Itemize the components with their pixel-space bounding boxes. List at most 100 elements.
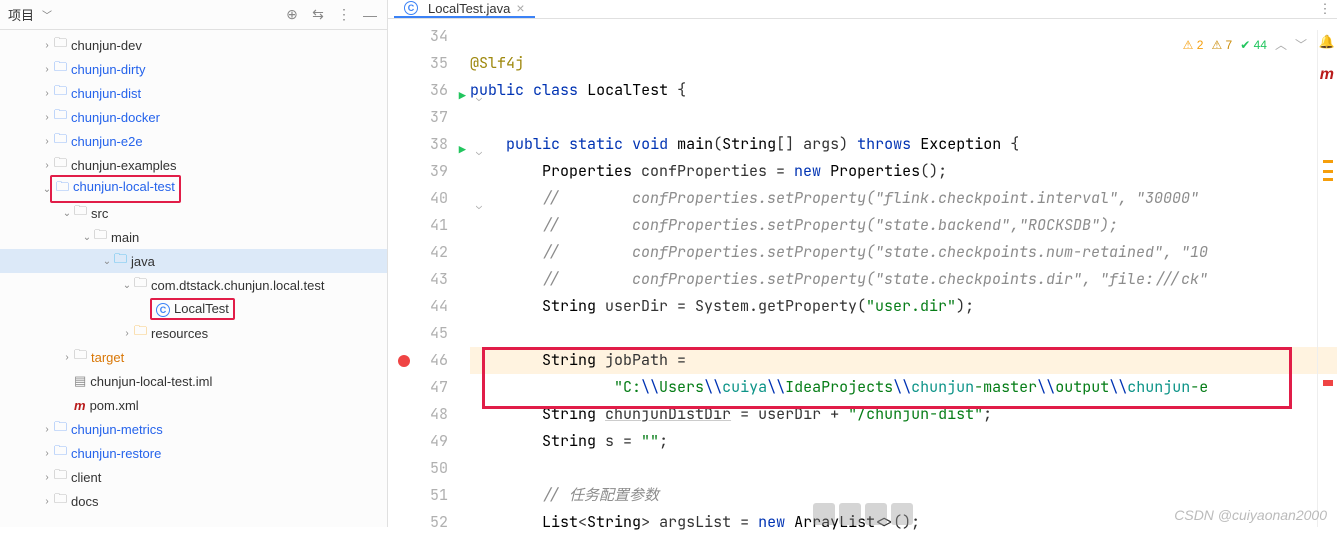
chevron-icon[interactable]: › (40, 424, 54, 435)
tree-node[interactable]: ⌄🗀chunjun-local-test (0, 177, 387, 201)
code-area[interactable]: 343536▶⌄3738▶⌄3940⌄414243444546474849505… (388, 19, 1337, 536)
chevron-icon[interactable]: › (40, 496, 54, 507)
code-line[interactable]: // confProperties.setProperty("state.che… (470, 266, 1337, 293)
line-number[interactable]: 51 (388, 482, 470, 509)
line-number[interactable]: 50 (388, 455, 470, 482)
code-line[interactable] (470, 455, 1337, 482)
chevron-icon[interactable]: › (40, 88, 54, 99)
tree-node[interactable]: ⌄🗀com.dtstack.chunjun.local.test (0, 273, 387, 297)
gutter[interactable]: 343536▶⌄3738▶⌄3940⌄414243444546474849505… (388, 19, 470, 536)
breakpoint-icon[interactable] (398, 355, 410, 367)
chevron-icon[interactable]: › (40, 112, 54, 123)
tree-node[interactable]: ⌄🗀src (0, 201, 387, 225)
bell-icon[interactable]: 🔔 (1319, 34, 1335, 50)
chevron-icon[interactable]: › (40, 160, 54, 171)
line-number[interactable]: 42 (388, 239, 470, 266)
chevron-icon[interactable]: › (120, 328, 134, 339)
line-number[interactable]: 37 (388, 104, 470, 131)
tool-icon[interactable] (839, 503, 861, 525)
line-number[interactable]: 49 (388, 428, 470, 455)
locate-icon[interactable]: ⊕ (283, 6, 301, 24)
inspection-badges[interactable]: ⚠ 2 ⚠ 7 ✔ 44 ︿ ﹀ (1183, 36, 1307, 53)
project-tree[interactable]: ›🗀chunjun-dev›🗀chunjun-dirty›🗀chunjun-di… (0, 30, 387, 527)
chevron-icon[interactable]: ⌄ (120, 280, 134, 291)
marker[interactable] (1323, 178, 1333, 181)
tool-icon[interactable] (891, 503, 913, 525)
tree-node[interactable]: ›🗀resources (0, 321, 387, 345)
tree-node[interactable]: ›🗀chunjun-dist (0, 81, 387, 105)
line-number[interactable]: 35 (388, 50, 470, 77)
line-number[interactable]: 39 (388, 158, 470, 185)
code-line[interactable]: String s = ""; (470, 428, 1337, 455)
tree-node[interactable]: ▤chunjun-local-test.iml (0, 369, 387, 393)
minimize-icon[interactable]: — (361, 6, 379, 24)
line-number[interactable]: 46 (388, 347, 470, 374)
line-number[interactable]: 44 (388, 293, 470, 320)
tree-node[interactable]: ›🗀chunjun-docker (0, 105, 387, 129)
code-line[interactable] (470, 104, 1337, 131)
scroll-up-icon[interactable]: ︿ (1275, 36, 1287, 53)
code-line[interactable]: String chunjunDistDir = userDir + "/chun… (470, 401, 1337, 428)
code-line[interactable]: public static void main(String[] args) t… (470, 131, 1337, 158)
marker[interactable] (1323, 380, 1333, 386)
tree-node[interactable]: ›🗀chunjun-metrics (0, 417, 387, 441)
tool-icon[interactable] (865, 503, 887, 525)
line-number[interactable]: 34 (388, 23, 470, 50)
tree-node[interactable]: ›🗀chunjun-examples (0, 153, 387, 177)
tree-node[interactable]: ›🗀chunjun-dirty (0, 57, 387, 81)
tree-node[interactable]: ›🗀chunjun-e2e (0, 129, 387, 153)
code-line[interactable]: public class LocalTest { (470, 77, 1337, 104)
tab-more-icon[interactable]: ⋮ (1313, 1, 1337, 17)
close-icon[interactable]: × (516, 0, 524, 16)
error-badge[interactable]: ⚠ 2 (1183, 38, 1204, 52)
typo-badge[interactable]: ✔ 44 (1240, 38, 1267, 52)
line-number[interactable]: 52 (388, 509, 470, 536)
scroll-down-icon[interactable]: ﹀ (1295, 36, 1307, 53)
tree-node[interactable]: ⌄🗀main (0, 225, 387, 249)
chevron-down-icon[interactable]: ﹀ (42, 7, 52, 22)
chevron-icon[interactable]: › (40, 64, 54, 75)
chevron-icon[interactable]: ⌄ (100, 256, 114, 267)
code-line[interactable]: // confProperties.setProperty("flink.che… (470, 185, 1337, 212)
marker[interactable] (1323, 160, 1333, 163)
chevron-icon[interactable]: › (40, 448, 54, 459)
tree-node[interactable]: ›🗀chunjun-dev (0, 33, 387, 57)
line-number[interactable]: 48 (388, 401, 470, 428)
code-line[interactable]: "C:\\Users\\cuiya\\IdeaProjects\\chunjun… (470, 374, 1337, 401)
line-number[interactable]: 36▶⌄ (388, 77, 470, 104)
tree-node[interactable]: ›🗀client (0, 465, 387, 489)
tab-localtest[interactable]: C LocalTest.java × (394, 0, 535, 18)
tree-node[interactable]: mpom.xml (0, 393, 387, 417)
collapse-icon[interactable]: ⇆ (309, 6, 327, 24)
code-line[interactable]: @Slf4j (470, 50, 1337, 77)
code-line[interactable]: // confProperties.setProperty("state.che… (470, 239, 1337, 266)
code-line[interactable]: Properties confProperties = new Properti… (470, 158, 1337, 185)
warning-badge[interactable]: ⚠ 7 (1211, 38, 1232, 52)
tree-node[interactable]: ›🗀chunjun-restore (0, 441, 387, 465)
line-number[interactable]: 43 (388, 266, 470, 293)
line-number[interactable]: 47 (388, 374, 470, 401)
maven-icon[interactable]: m (1320, 66, 1334, 84)
chevron-icon[interactable]: › (40, 472, 54, 483)
line-number[interactable]: 41 (388, 212, 470, 239)
line-number[interactable]: 38▶⌄ (388, 131, 470, 158)
tree-node[interactable]: ⌄🗀java (0, 249, 387, 273)
chevron-icon[interactable]: ⌄ (60, 208, 74, 219)
tree-node[interactable]: ›🗀docs (0, 489, 387, 513)
code-line[interactable] (470, 320, 1337, 347)
code-line[interactable]: // confProperties.setProperty("state.bac… (470, 212, 1337, 239)
line-number[interactable]: 40⌄ (388, 185, 470, 212)
marker[interactable] (1323, 170, 1333, 173)
line-number[interactable]: 45 (388, 320, 470, 347)
chevron-icon[interactable]: › (40, 136, 54, 147)
chevron-icon[interactable]: › (60, 352, 74, 363)
tool-icon[interactable] (813, 503, 835, 525)
code-content[interactable]: @Slf4jpublic class LocalTest { public st… (470, 19, 1337, 536)
chevron-icon[interactable]: ⌄ (80, 232, 94, 243)
code-line[interactable]: String jobPath = (470, 347, 1337, 374)
tree-node[interactable]: ›🗀target (0, 345, 387, 369)
more-icon[interactable]: ⋮ (335, 6, 353, 24)
chevron-icon[interactable]: › (40, 40, 54, 51)
tree-node[interactable]: CLocalTest (0, 297, 387, 321)
code-line[interactable]: String userDir = System.getProperty("use… (470, 293, 1337, 320)
